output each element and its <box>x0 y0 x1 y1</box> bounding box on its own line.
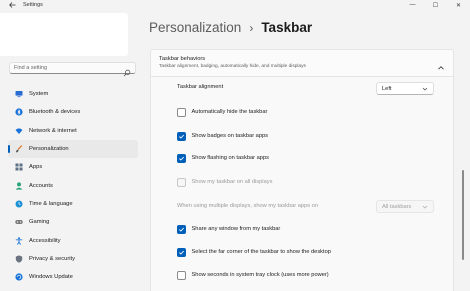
badges-row[interactable]: Show badges on taskbar apps <box>177 132 268 141</box>
checkmark-icon <box>178 250 184 255</box>
sidebar-item-label: Accessibility <box>29 237 61 244</box>
person-icon <box>15 182 23 190</box>
sidebar-item-label: Windows Update <box>29 274 73 281</box>
sidebar-item-bluetooth[interactable]: Bluetooth & devices <box>8 103 138 121</box>
accessibility-icon <box>15 236 23 245</box>
sidebar-item-system[interactable]: System <box>8 85 138 103</box>
sidebar-item-network[interactable]: Network & internet <box>8 122 138 140</box>
sidebar-item-label: Time & language <box>29 200 73 207</box>
section-subtitle: Taskbar alignment, badging, automaticall… <box>159 64 306 69</box>
badges-label: Show badges on taskbar apps <box>191 133 269 140</box>
breadcrumb-separator: › <box>249 20 254 35</box>
auto-hide-label: Automatically hide the taskbar <box>191 109 268 116</box>
search-placeholder: Find a setting <box>14 65 48 71</box>
alignment-label: Taskbar alignment <box>177 84 224 90</box>
title-bar: Settings — ☐ ✕ <box>0 0 470 12</box>
sidebar-item-gaming[interactable]: Gaming <box>8 213 138 231</box>
sidebar-item-label: Bluetooth & devices <box>29 109 81 116</box>
system-icon <box>15 90 23 98</box>
app-title: Settings <box>23 2 43 8</box>
sidebar-item-privacy-security[interactable]: Privacy & security <box>8 250 138 268</box>
sidebar-item-label: Gaming <box>29 219 50 226</box>
auto-hide-row[interactable]: Automatically hide the taskbar <box>177 108 267 117</box>
far-corner-checkbox[interactable] <box>177 248 186 257</box>
alignment-dropdown[interactable]: Left <box>376 82 434 95</box>
sidebar-item-personalization[interactable]: Personalization <box>8 139 138 159</box>
far-corner-label: Select the far corner of the taskbar to … <box>191 249 331 256</box>
chevron-up-icon[interactable] <box>437 59 445 70</box>
all-displays-label: Show my taskbar on all displays <box>191 179 273 186</box>
back-arrow-icon[interactable] <box>7 0 17 10</box>
multi-display-value: All taskbars <box>382 203 412 210</box>
close-button[interactable]: ✕ <box>447 0 470 10</box>
sidebar-item-time-language[interactable]: Time & language <box>8 195 138 213</box>
gamepad-icon <box>15 218 23 226</box>
all-displays-checkbox <box>177 178 186 187</box>
sidebar-item-label: Privacy & security <box>29 255 76 262</box>
search-input[interactable]: Find a setting <box>9 62 136 77</box>
bluetooth-icon <box>15 108 23 117</box>
multi-display-label: When using multiple displays, show my ta… <box>177 203 318 209</box>
share-window-label: Share any window from my taskbar <box>191 226 281 233</box>
sidebar-item-label: Personalization <box>29 146 69 153</box>
share-window-row[interactable]: Share any window from my taskbar <box>177 225 280 234</box>
seconds-clock-row[interactable]: Show seconds in system tray clock (uses … <box>177 271 329 280</box>
scrollbar[interactable] <box>462 170 464 260</box>
taskbar-behaviors-header[interactable]: Taskbar behaviors Taskbar alignment, bad… <box>150 49 454 77</box>
checkmark-icon <box>178 134 184 139</box>
multi-display-row: When using multiple displays, show my ta… <box>177 203 318 209</box>
auto-hide-checkbox[interactable] <box>177 108 186 117</box>
sidebar-item-accounts[interactable]: Accounts <box>8 176 138 194</box>
checkmark-icon <box>178 227 184 232</box>
badges-checkbox[interactable] <box>177 132 186 141</box>
maximize-button[interactable]: ☐ <box>424 0 447 10</box>
checkmark-icon <box>178 156 184 161</box>
sidebar-item-apps[interactable]: Apps <box>8 158 138 176</box>
brush-icon <box>15 145 23 153</box>
page-title: Taskbar <box>261 20 313 35</box>
breadcrumb: Personalization › Taskbar <box>149 20 312 35</box>
flashing-checkbox[interactable] <box>177 154 186 163</box>
sidebar-item-accessibility[interactable]: Accessibility <box>8 231 138 249</box>
seconds-clock-label: Show seconds in system tray clock (uses … <box>191 272 329 279</box>
profile-card[interactable] <box>0 13 128 56</box>
far-corner-row[interactable]: Select the far corner of the taskbar to … <box>177 248 331 257</box>
update-icon <box>15 273 23 281</box>
search-icon[interactable] <box>123 64 131 77</box>
all-displays-row: Show my taskbar on all displays <box>177 178 272 187</box>
shield-icon <box>15 255 23 263</box>
sidebar-item-label: Apps <box>29 164 43 171</box>
flashing-row[interactable]: Show flashing on taskbar apps <box>177 154 269 163</box>
globe-clock-icon <box>15 200 23 208</box>
sidebar-item-label: Network & internet <box>29 127 77 134</box>
flashing-label: Show flashing on taskbar apps <box>191 155 269 162</box>
sidebar-item-label: System <box>29 91 49 98</box>
section-title: Taskbar behaviors <box>159 56 206 62</box>
window-controls: — ☐ ✕ <box>401 0 470 10</box>
breadcrumb-parent[interactable]: Personalization <box>149 20 241 35</box>
sidebar-item-windows-update[interactable]: Windows Update <box>8 268 138 286</box>
share-window-checkbox[interactable] <box>177 225 186 234</box>
sidebar-nav: System Bluetooth & devices Network & int… <box>8 85 138 286</box>
apps-icon <box>15 163 23 171</box>
minimize-button[interactable]: — <box>401 0 424 10</box>
sidebar-item-label: Accounts <box>29 182 53 189</box>
alignment-value: Left <box>382 85 392 92</box>
chevron-down-icon <box>422 86 428 92</box>
alignment-row: Taskbar alignment <box>177 84 223 90</box>
chevron-down-icon <box>422 204 428 210</box>
wifi-icon <box>15 127 23 135</box>
multi-display-dropdown: All taskbars <box>376 200 434 213</box>
seconds-clock-checkbox[interactable] <box>177 271 186 280</box>
